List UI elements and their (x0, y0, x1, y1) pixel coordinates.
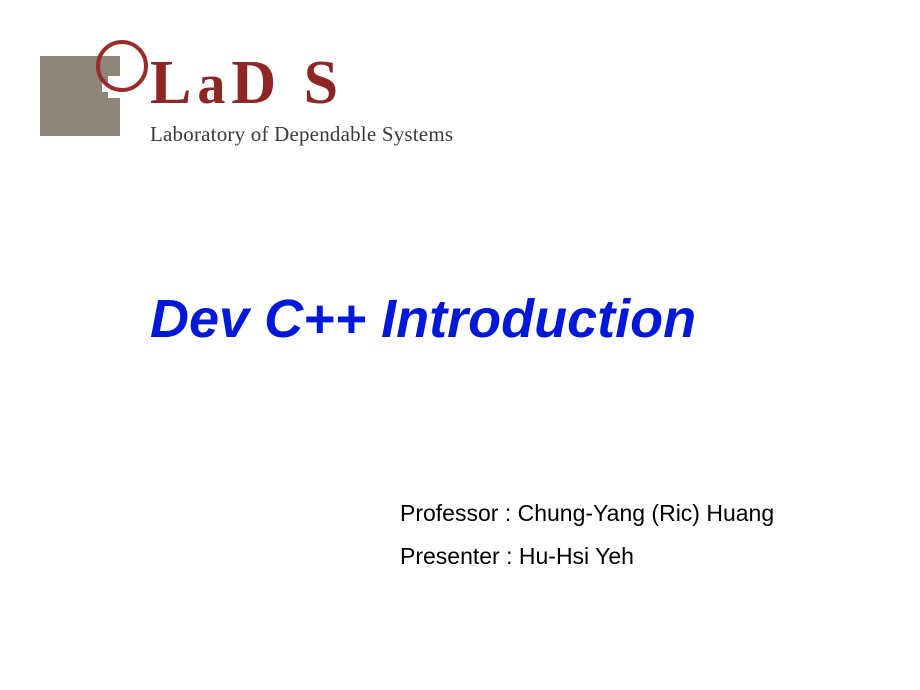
logo-circle-icon (96, 40, 148, 92)
logo-letter-s: S (304, 49, 344, 117)
logo-brand-text: LaD S (150, 52, 453, 114)
logo-letter-l: L (150, 49, 197, 117)
credits-block: Professor : Chung-Yang (Ric) Huang Prese… (400, 500, 774, 586)
logo-text-block: LaD S Laboratory of Dependable Systems (150, 38, 453, 147)
professor-credit: Professor : Chung-Yang (Ric) Huang (400, 500, 774, 527)
logo-graphic (40, 38, 140, 148)
lads-logo: LaD S Laboratory of Dependable Systems (40, 38, 453, 148)
presenter-credit: Presenter : Hu-Hsi Yeh (400, 543, 774, 570)
logo-letter-d: D (231, 49, 282, 117)
slide-title: Dev C++ Introduction (150, 288, 696, 350)
logo-letter-a: a (197, 54, 231, 116)
logo-subtitle: Laboratory of Dependable Systems (150, 122, 453, 147)
